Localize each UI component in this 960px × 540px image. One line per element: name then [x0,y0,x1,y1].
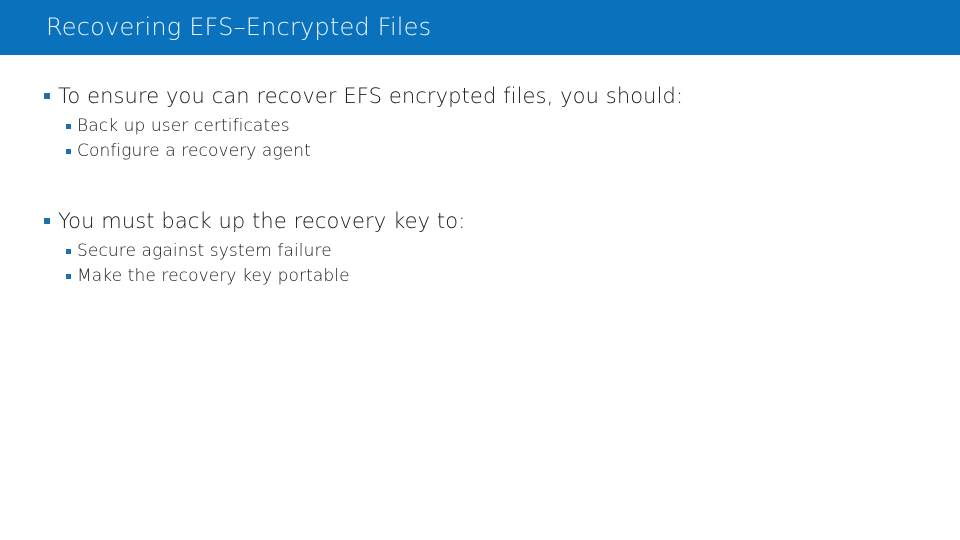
bullet-level1-label: You must back up the recovery key to: [58,209,466,233]
bullet-square-icon [44,93,50,99]
bullet-level1: You must back up the recovery key to: [44,207,904,235]
bullet-level2-label: Secure against system failure [77,241,332,261]
bullet-level2-label: Make the recovery key portable [77,266,350,286]
bullet-level2-label: Back up user certificates [77,116,290,136]
bullet-level2: Back up user certificates [66,114,904,138]
bullet-level2: Make the recovery key portable [66,264,904,288]
title-banner: Recovering EFS–Encrypted Files [0,0,960,55]
bullet-sublist: Back up user certificates Configure a re… [44,114,904,163]
bullet-level2: Secure against system failure [66,239,904,263]
slide-body: To ensure you can recover EFS encrypted … [44,82,904,289]
bullet-level2: Configure a recovery agent [66,139,904,163]
slide-title: Recovering EFS–Encrypted Files [46,13,432,41]
bullet-sublist: Secure against system failure Make the r… [44,239,904,288]
bullet-group: You must back up the recovery key to: Se… [44,207,904,288]
bullet-level1: To ensure you can recover EFS encrypted … [44,82,904,110]
bullet-square-icon [66,149,71,154]
bullet-square-icon [44,218,50,224]
bullet-group: To ensure you can recover EFS encrypted … [44,82,904,163]
bullet-square-icon [66,249,71,254]
slide: Recovering EFS–Encrypted Files To ensure… [0,0,960,540]
bullet-level2-label: Configure a recovery agent [77,141,311,161]
bullet-square-icon [66,274,71,279]
bullet-square-icon [66,124,71,129]
bullet-level1-label: To ensure you can recover EFS encrypted … [58,84,684,108]
